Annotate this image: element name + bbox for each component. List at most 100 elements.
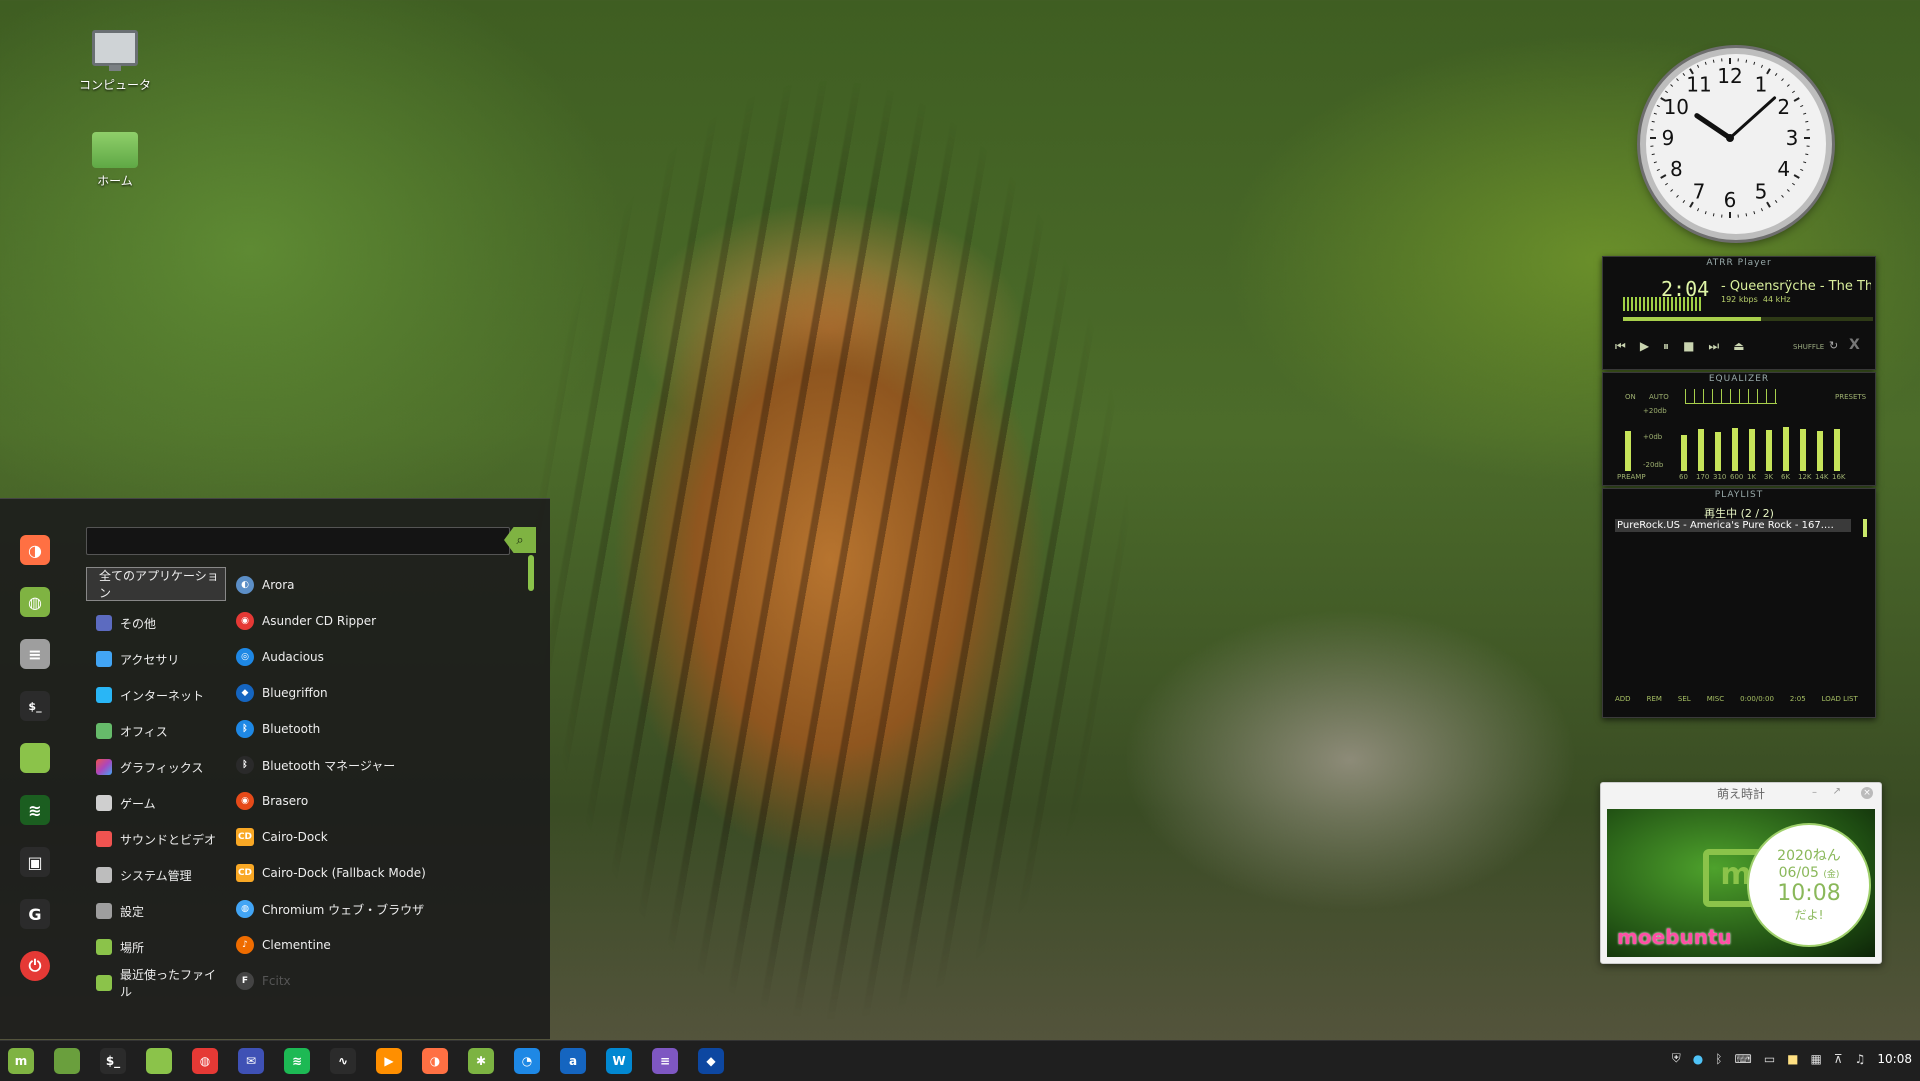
playlist-remove-button[interactable]: REM <box>1647 695 1662 703</box>
shield-icon[interactable]: ⛨ <box>1672 1051 1681 1066</box>
power-icon[interactable]: ⏻ <box>20 951 50 981</box>
shutter-icon[interactable]: ◔ <box>514 1048 540 1074</box>
logout-icon[interactable]: G <box>20 899 50 929</box>
category-recent-files[interactable]: 最近使ったファイル <box>86 965 226 1001</box>
writer-icon[interactable]: W <box>606 1048 632 1074</box>
eq-band-slider[interactable] <box>1681 435 1687 471</box>
lock-icon[interactable]: ▣ <box>20 847 50 877</box>
firefox-icon[interactable]: ◑ <box>422 1048 448 1074</box>
eq-band-slider[interactable] <box>1732 428 1738 471</box>
eject-icon[interactable]: ⏏ <box>1733 339 1744 354</box>
playlist-item[interactable]: PureRock.US - America's Pure Rock - 167.… <box>1615 519 1851 532</box>
eq-band-slider[interactable] <box>1766 430 1772 471</box>
pause-icon[interactable]: ⏸ <box>1663 339 1669 354</box>
stop-icon[interactable]: ■ <box>1683 339 1694 354</box>
player-seekbar[interactable] <box>1623 317 1873 321</box>
desktop-icon-computer[interactable]: コンピュータ <box>60 30 170 93</box>
shuffle-button[interactable]: SHUFFLE <box>1793 343 1824 351</box>
playlist-window[interactable]: PLAYLIST 再生中 (2 / 2) PureRock.US - Ameri… <box>1602 488 1876 718</box>
software-manager-icon[interactable]: ◍ <box>20 587 50 617</box>
music-icon[interactable]: ♫ <box>1855 1052 1866 1066</box>
category-office[interactable]: オフィス <box>86 713 226 749</box>
network-icon[interactable]: ⊼ <box>1834 1052 1843 1066</box>
eq-preamp-slider[interactable] <box>1625 431 1631 471</box>
app-brasero[interactable]: ◉Brasero <box>236 783 536 819</box>
playlist-add-button[interactable]: ADD <box>1615 695 1631 703</box>
playlist-misc-button[interactable]: MISC <box>1707 695 1724 703</box>
eq-band-slider[interactable] <box>1749 429 1755 471</box>
category-other[interactable]: その他 <box>86 605 226 641</box>
bluetooth-icon[interactable]: ᛒ <box>1715 1052 1722 1066</box>
category-accessories[interactable]: アクセサリ <box>86 641 226 677</box>
app-bluetooth-manager[interactable]: ᛒBluetooth マネージャー <box>236 747 536 783</box>
mint-menu-icon[interactable]: m <box>8 1048 34 1074</box>
maximize-icon[interactable]: ↗ <box>1833 786 1841 797</box>
eq-band-slider[interactable] <box>1698 429 1704 471</box>
previous-icon[interactable]: ⏮ <box>1615 339 1626 354</box>
eq-band-slider[interactable] <box>1715 432 1721 471</box>
taskbar-clock[interactable]: 10:08 <box>1877 1052 1912 1066</box>
spotify-icon[interactable]: ≋ <box>284 1048 310 1074</box>
app-bluegriffon[interactable]: ◆Bluegriffon <box>236 675 536 711</box>
app-cairo-dock[interactable]: CDCairo-Dock <box>236 819 536 855</box>
category-all[interactable]: 全てのアプリケーション <box>86 567 226 601</box>
app-cairo-dock-fallback[interactable]: CDCairo-Dock (Fallback Mode) <box>236 855 536 891</box>
desktop-icon-home[interactable]: ホーム <box>60 132 170 189</box>
eq-auto-button[interactable]: AUTO <box>1649 393 1669 401</box>
category-games[interactable]: ゲーム <box>86 785 226 821</box>
terminal-icon[interactable]: $_ <box>20 691 50 721</box>
spotify-icon[interactable]: ≋ <box>20 795 50 825</box>
mail-icon[interactable]: ✉ <box>238 1048 264 1074</box>
text-editor-icon[interactable]: ≡ <box>652 1048 678 1074</box>
category-internet[interactable]: インターネット <box>86 677 226 713</box>
moe-clock-widget[interactable]: 萌え時計 × – ↗ m moebuntu 2020ねん 06/05 (金) 1… <box>1600 782 1882 964</box>
bluetooth-status-icon[interactable]: ● <box>1693 1052 1703 1066</box>
gimp-icon[interactable]: ✱ <box>468 1048 494 1074</box>
eq-on-button[interactable]: ON <box>1625 393 1636 401</box>
repeat-icon[interactable]: ↻ <box>1829 339 1838 352</box>
minimize-icon[interactable]: – <box>1812 787 1817 798</box>
settings-icon[interactable]: ≡ <box>20 639 50 669</box>
media-player-icon[interactable]: ▶ <box>376 1048 402 1074</box>
terminal-icon[interactable]: $_ <box>100 1048 126 1074</box>
input-method-icon[interactable]: ▦ <box>1811 1052 1822 1066</box>
eq-db-top: +20db <box>1643 407 1667 415</box>
play-icon[interactable]: ▶ <box>1640 339 1649 354</box>
app-bluetooth[interactable]: ᛒBluetooth <box>236 711 536 747</box>
playlist-select-button[interactable]: SEL <box>1678 695 1691 703</box>
app-clementine[interactable]: ♪Clementine <box>236 927 536 963</box>
firefox-icon[interactable]: ◑ <box>20 535 50 565</box>
category-administration[interactable]: システム管理 <box>86 857 226 893</box>
category-places[interactable]: 場所 <box>86 929 226 965</box>
files-icon[interactable] <box>20 743 50 773</box>
playlist-load-list-button[interactable]: LOAD LIST <box>1822 695 1858 703</box>
equalizer-window[interactable]: EQUALIZER ON AUTO PRESETS +20db +0db -20… <box>1602 372 1876 486</box>
amarok-icon[interactable]: a <box>560 1048 586 1074</box>
category-preferences[interactable]: 設定 <box>86 893 226 929</box>
display-icon[interactable]: ▭ <box>1764 1052 1775 1066</box>
eq-band-slider[interactable] <box>1834 429 1840 471</box>
eq-band-slider[interactable] <box>1800 429 1806 471</box>
app-chromium[interactable]: ◍Chromium ウェブ・ブラウザ <box>236 891 536 927</box>
show-desktop-icon[interactable] <box>54 1048 80 1074</box>
audio-player-window[interactable]: ATRR Player 2:04 - Queensrÿche - The Thi… <box>1602 256 1876 370</box>
app-fcitx[interactable]: FFcitx <box>236 963 536 999</box>
app-arora[interactable]: ◐Arora <box>236 567 536 603</box>
close-icon[interactable]: × <box>1861 787 1873 799</box>
bluegriffon-icon[interactable]: ◆ <box>698 1048 724 1074</box>
next-icon[interactable]: ⏭ <box>1708 339 1719 354</box>
eq-presets-button[interactable]: PRESETS <box>1835 393 1866 401</box>
eq-band-slider[interactable] <box>1817 431 1823 471</box>
app-asunder[interactable]: ◉Asunder CD Ripper <box>236 603 536 639</box>
chrome-icon[interactable]: ◍ <box>192 1048 218 1074</box>
app-audacious[interactable]: ◎Audacious <box>236 639 536 675</box>
category-sound-video[interactable]: サウンドとビデオ <box>86 821 226 857</box>
system-monitor-icon[interactable]: ∿ <box>330 1048 356 1074</box>
notes-icon[interactable]: ■ <box>1787 1052 1798 1066</box>
menu-search-input[interactable] <box>86 527 510 555</box>
playlist-scrollbar[interactable] <box>1863 519 1867 537</box>
eq-band-slider[interactable] <box>1783 427 1789 471</box>
category-graphics[interactable]: グラフィックス <box>86 749 226 785</box>
files-icon[interactable] <box>146 1048 172 1074</box>
keyboard-icon[interactable]: ⌨ <box>1734 1052 1751 1066</box>
